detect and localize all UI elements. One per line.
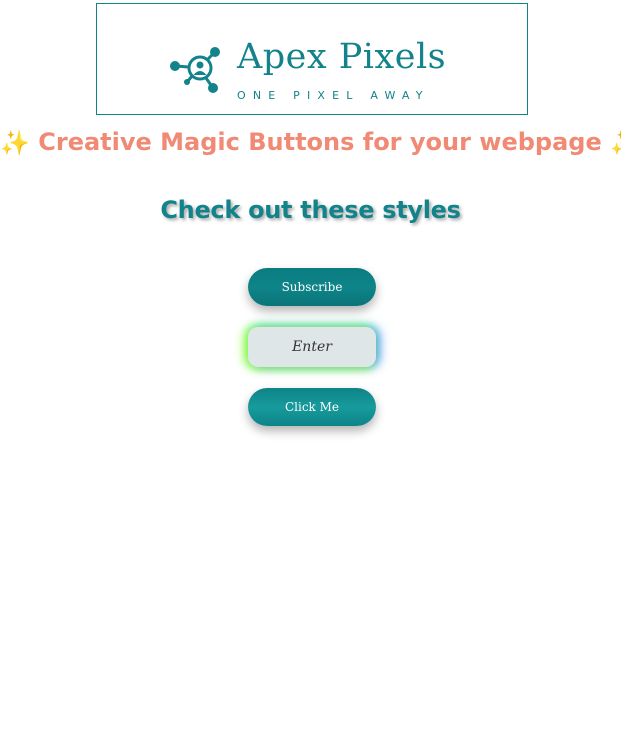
sparkle-icon: ✨: [610, 126, 621, 160]
logo-tagline: ONE PIXEL AWAY: [237, 89, 430, 102]
enter-button[interactable]: Enter: [248, 327, 376, 367]
section-subheading: Check out these styles: [160, 196, 461, 224]
subscribe-button[interactable]: Subscribe: [248, 268, 376, 306]
sparkle-icon: ✨: [0, 129, 30, 157]
logo-banner: Apex Pixels ONE PIXEL AWAY: [96, 3, 528, 115]
logo-name: Apex Pixels: [237, 37, 447, 77]
click-me-button[interactable]: Click Me: [248, 388, 376, 426]
headline-text: Creative Magic Buttons for your webpage: [38, 128, 602, 156]
page: Apex Pixels ONE PIXEL AWAY ✨ Creative Ma…: [0, 0, 621, 741]
page-headline: ✨ Creative Magic Buttons for your webpag…: [0, 125, 621, 160]
network-person-icon: [170, 47, 220, 93]
